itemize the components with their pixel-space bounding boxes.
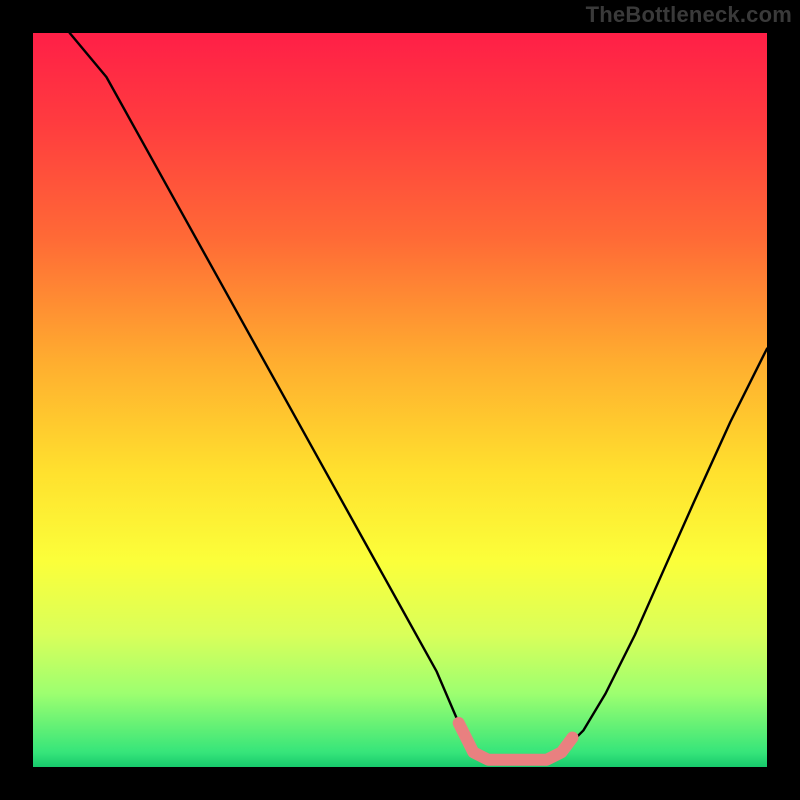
highlight-svg — [33, 33, 767, 767]
chart-frame: TheBottleneck.com — [0, 0, 800, 800]
pink-highlight — [459, 723, 573, 760]
watermark-text: TheBottleneck.com — [586, 2, 792, 28]
plot-area — [33, 33, 767, 767]
